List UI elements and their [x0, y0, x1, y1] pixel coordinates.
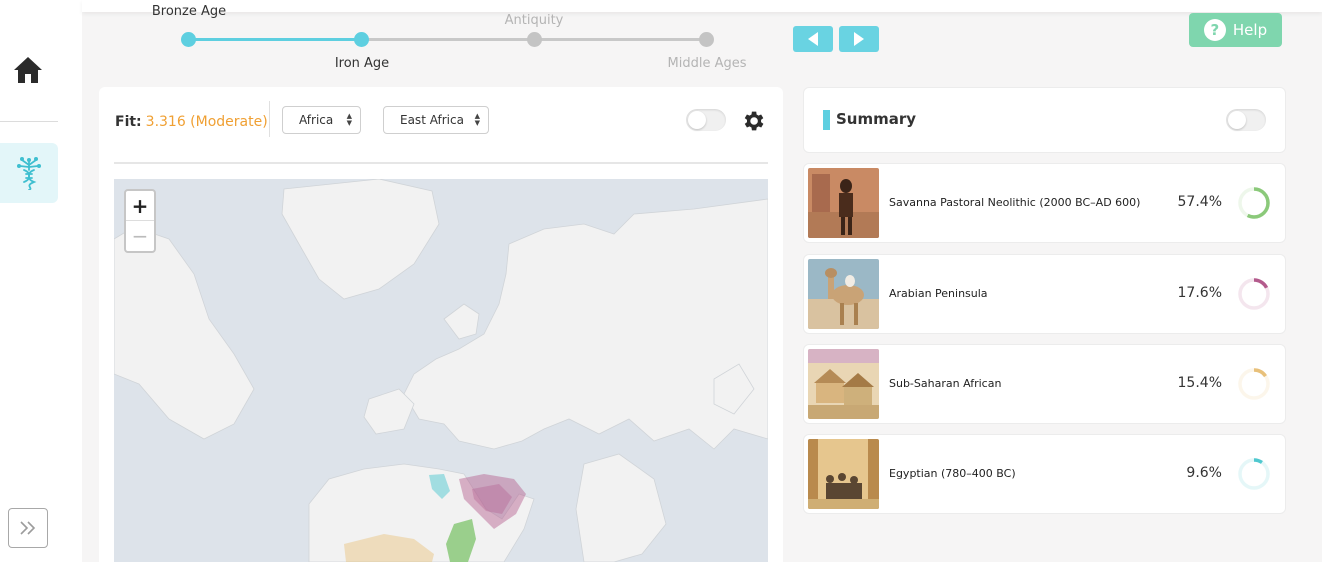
percent-ring: [1238, 458, 1270, 490]
sidebar: [0, 0, 82, 562]
home-button[interactable]: [10, 50, 46, 90]
ring-track: [1238, 458, 1270, 490]
era-label-antiquity[interactable]: Antiquity: [505, 13, 564, 28]
previous-era-button[interactable]: [793, 26, 833, 52]
population-percent: 17.6%: [1177, 285, 1222, 301]
dna-tree-icon: [17, 157, 41, 190]
sidebar-divider: [0, 121, 58, 122]
era-dot-iron-age[interactable]: [354, 32, 369, 47]
toggle-knob: [1228, 111, 1246, 129]
population-thumbnail: [808, 168, 879, 238]
gear-icon[interactable]: [740, 108, 766, 134]
summary-title: Summary: [836, 110, 917, 128]
percent-ring: [1238, 368, 1270, 400]
era-label-iron-age[interactable]: Iron Age: [335, 56, 389, 71]
era-navigation: [793, 26, 879, 52]
triangle-right-icon: [854, 32, 864, 46]
population-card[interactable]: Sub-Saharan African 15.4%: [803, 344, 1286, 424]
fit-label: Fit:: [115, 114, 142, 130]
summary-toggle[interactable]: [1226, 109, 1266, 131]
population-thumbnail: [808, 349, 879, 419]
next-era-button[interactable]: [839, 26, 879, 52]
population-name: Egyptian (780–400 BC): [889, 467, 1016, 480]
toggle-knob: [688, 111, 706, 129]
question-mark-icon: ?: [1203, 19, 1226, 41]
double-chevron-right-icon: [20, 521, 36, 535]
population-percent: 15.4%: [1177, 375, 1222, 391]
timeline-progress: [188, 38, 361, 41]
percent-ring: [1238, 187, 1270, 219]
world-map[interactable]: + −: [114, 179, 768, 562]
population-thumbnail: [808, 259, 879, 329]
percent-ring: [1238, 278, 1270, 310]
zoom-in-button[interactable]: +: [126, 191, 154, 221]
expand-sidebar-button[interactable]: [8, 508, 48, 548]
sidebar-item-ancestry[interactable]: [0, 143, 58, 203]
select-arrows-icon: ▲ ▼: [346, 112, 352, 127]
summary-accent-bar: [823, 110, 830, 130]
summary-header: Summary: [803, 87, 1286, 153]
zoom-out-button[interactable]: −: [126, 221, 154, 251]
population-name: Sub-Saharan African: [889, 377, 1002, 390]
map-panel: Fit: 3.316 (Moderate) Africa ▲ ▼ East Afr…: [99, 87, 783, 562]
map-landmass: [114, 179, 768, 562]
population-name: Arabian Peninsula: [889, 287, 988, 300]
subregion-select[interactable]: East Africa ▲ ▼: [383, 106, 489, 134]
map-divider: [114, 162, 768, 164]
population-percent: 9.6%: [1186, 465, 1222, 481]
triangle-left-icon: [808, 32, 818, 46]
era-dot-middle-ages[interactable]: [699, 32, 714, 47]
era-label-bronze-age[interactable]: Bronze Age: [152, 4, 226, 19]
subregion-select-value: East Africa: [400, 113, 464, 127]
fit-value: 3.316 (Moderate): [145, 114, 268, 130]
fit-separator: [269, 101, 270, 137]
era-timeline: Bronze Age Iron Age Antiquity Middle Age…: [150, 0, 750, 80]
population-card[interactable]: Arabian Peninsula 17.6%: [803, 254, 1286, 334]
era-label-middle-ages[interactable]: Middle Ages: [668, 56, 747, 71]
fit-score: Fit: 3.316 (Moderate): [115, 107, 268, 137]
era-dot-antiquity[interactable]: [527, 32, 542, 47]
help-button[interactable]: ? Help: [1189, 13, 1282, 47]
population-card[interactable]: Egyptian (780–400 BC) 9.6%: [803, 434, 1286, 514]
help-label: Help: [1232, 21, 1268, 39]
map-zoom-controls: + −: [124, 189, 156, 253]
population-card[interactable]: Savanna Pastoral Neolithic (2000 BC–AD 6…: [803, 163, 1286, 243]
map-toggle[interactable]: [686, 109, 726, 131]
population-thumbnail: [808, 439, 879, 509]
select-arrows-icon: ▲ ▼: [474, 112, 480, 127]
population-name: Savanna Pastoral Neolithic (2000 BC–AD 6…: [889, 196, 1141, 209]
region-select[interactable]: Africa ▲ ▼: [282, 106, 361, 134]
region-select-value: Africa: [299, 113, 334, 127]
home-icon: [14, 57, 42, 83]
population-percent: 57.4%: [1177, 194, 1222, 210]
era-dot-bronze-age[interactable]: [181, 32, 196, 47]
